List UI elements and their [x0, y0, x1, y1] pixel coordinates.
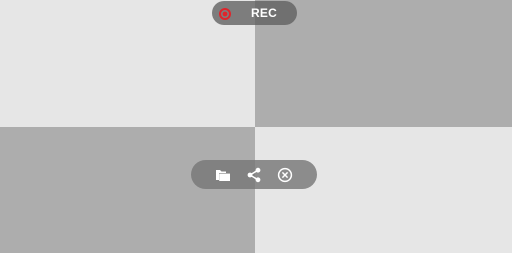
record-icon [219, 7, 231, 20]
open-folder-button[interactable] [212, 164, 234, 186]
close-circle-icon [277, 167, 293, 183]
recording-indicator[interactable]: REC [212, 1, 297, 25]
folder-icon [215, 168, 231, 182]
close-button[interactable] [274, 164, 296, 186]
background-quadrant-bottom-left [0, 127, 255, 253]
share-icon [246, 167, 262, 183]
screenshot-toolbar [191, 160, 317, 189]
share-button[interactable] [243, 164, 265, 186]
recording-label: REC [251, 6, 277, 20]
background-quadrant-bottom-right [255, 127, 512, 253]
